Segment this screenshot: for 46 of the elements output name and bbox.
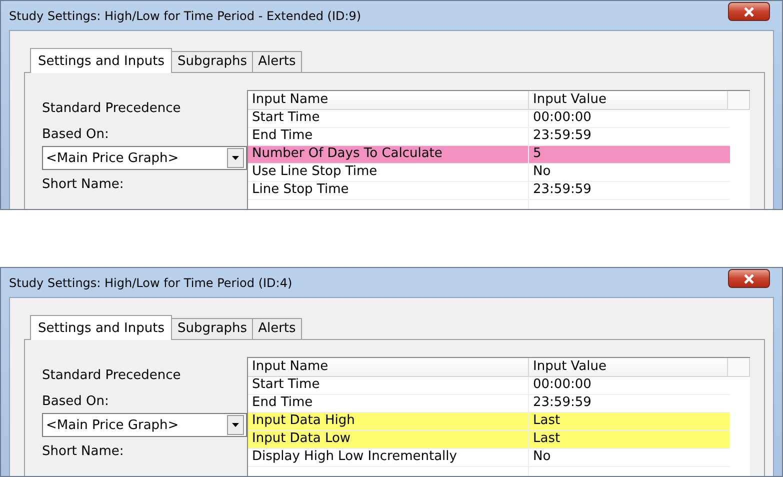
input-value-cell-text: 23:59:59: [532, 395, 592, 412]
based-on-label: Based On:: [42, 394, 110, 409]
input-value-cell-text: 00:00:00: [532, 377, 592, 394]
dropdown-arrow-icon: [232, 423, 239, 427]
input-name-cell: Number Of Days To Calculate: [248, 146, 529, 163]
input-value-cell-text: Last: [532, 413, 562, 430]
close-icon: [743, 6, 755, 16]
input-name-cell: End Time: [248, 128, 529, 145]
close-button[interactable]: [728, 269, 770, 288]
input-value-cell-text: No: [532, 164, 552, 181]
input-value-cell-text: No: [532, 449, 552, 466]
column-header[interactable]: Input Value: [529, 358, 728, 376]
input-name-cell: Start Time: [248, 110, 529, 127]
input-name-cell: Line Stop Time: [248, 182, 529, 199]
input-name-cell: Input Data Low: [248, 431, 529, 448]
input-name-cell: Start Time: [248, 377, 529, 394]
input-name-cell: Display High Low Incrementally: [248, 449, 529, 466]
precedence-label: Standard Precedence: [42, 368, 182, 383]
input-value-cell-text: Last: [532, 431, 562, 448]
input-value-cell-text: 00:00:00: [532, 110, 592, 127]
input-value-cell-text: 23:59:59: [532, 128, 592, 145]
input-value-cell-text: 23:59:59: [532, 182, 592, 199]
input-name-cell: Use Line Stop Time: [248, 164, 529, 181]
tab[interactable]: Settings and Inputs: [30, 48, 172, 73]
based-on-label: Based On:: [42, 127, 110, 142]
based-on-dropdown[interactable]: <Main Price Graph>: [42, 146, 247, 170]
based-on-dropdown[interactable]: <Main Price Graph>: [42, 413, 247, 437]
column-header[interactable]: Input Name: [248, 91, 529, 109]
input-name-cell: Input Data High: [248, 413, 529, 430]
tab[interactable]: Subgraphs: [171, 51, 254, 72]
tab[interactable]: Alerts: [252, 318, 302, 339]
precedence-label: Standard Precedence: [42, 101, 182, 116]
short-name-label: Short Name:: [42, 177, 125, 192]
window-title: Study Settings: High/Low for Time Period (ID:4): [9, 276, 292, 290]
column-header[interactable]: Input Value: [529, 91, 728, 109]
window-title: Study Settings: High/Low for Time Period - Extended (ID:9): [9, 8, 362, 22]
input-name-cell: End Time: [248, 395, 529, 412]
close-button[interactable]: [728, 2, 770, 21]
short-name-label: Short Name:: [42, 444, 125, 459]
close-icon: [743, 274, 755, 284]
dropdown-arrow-icon: [232, 156, 239, 160]
tab[interactable]: Subgraphs: [171, 318, 254, 339]
tab[interactable]: Settings and Inputs: [30, 315, 172, 340]
tab[interactable]: Alerts: [252, 51, 302, 72]
input-value-cell-text: 5: [532, 146, 542, 163]
column-header[interactable]: Input Name: [248, 358, 529, 376]
